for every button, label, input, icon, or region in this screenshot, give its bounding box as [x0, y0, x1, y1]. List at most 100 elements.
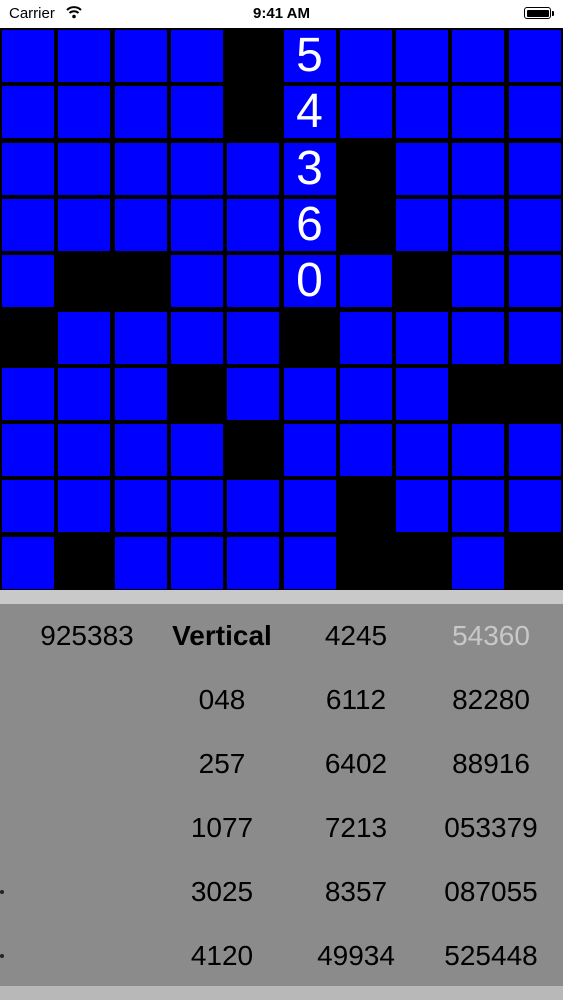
- word-entry[interactable]: 4245: [286, 620, 426, 652]
- grid-cell[interactable]: [2, 536, 54, 589]
- grid-cell[interactable]: [170, 86, 223, 139]
- grid-cell[interactable]: [2, 142, 54, 195]
- grid-cell[interactable]: [339, 367, 392, 420]
- grid-cell[interactable]: [170, 424, 223, 477]
- grid-cell[interactable]: [170, 480, 223, 533]
- grid-cell[interactable]: 3: [283, 142, 336, 195]
- grid-cell[interactable]: [58, 311, 111, 364]
- grid-cell[interactable]: [508, 311, 561, 364]
- word-entry[interactable]: 88916: [421, 748, 561, 780]
- grid-cell[interactable]: [452, 424, 505, 477]
- grid-cell[interactable]: [227, 255, 280, 308]
- grid-cell[interactable]: [114, 367, 167, 420]
- grid-cell[interactable]: [58, 86, 111, 139]
- grid-cell-empty[interactable]: [114, 255, 167, 308]
- grid-cell[interactable]: [452, 536, 505, 589]
- grid-cell[interactable]: [58, 424, 111, 477]
- grid-cell[interactable]: [2, 480, 54, 533]
- grid-cell-empty[interactable]: [396, 536, 449, 589]
- grid-cell[interactable]: [283, 424, 336, 477]
- grid-cell-empty[interactable]: [170, 367, 223, 420]
- grid-cell[interactable]: [452, 30, 505, 82]
- grid-cell[interactable]: [2, 367, 54, 420]
- word-entry[interactable]: 087055: [421, 876, 561, 908]
- grid-cell-empty[interactable]: [339, 142, 392, 195]
- grid-cell[interactable]: [2, 255, 54, 308]
- word-entry[interactable]: 525448: [421, 940, 561, 972]
- grid-cell[interactable]: [114, 86, 167, 139]
- grid-cell-empty[interactable]: [227, 86, 280, 139]
- grid-cell[interactable]: [114, 311, 167, 364]
- grid-cell[interactable]: [396, 367, 449, 420]
- grid-cell[interactable]: [396, 198, 449, 251]
- grid-cell[interactable]: [170, 536, 223, 589]
- grid-cell-empty[interactable]: [452, 367, 505, 420]
- grid-cell[interactable]: [114, 536, 167, 589]
- grid-cell[interactable]: [227, 536, 280, 589]
- grid-cell-empty[interactable]: [58, 255, 111, 308]
- grid-cell[interactable]: [227, 142, 280, 195]
- grid-cell[interactable]: [227, 367, 280, 420]
- grid-cell[interactable]: 0: [283, 255, 336, 308]
- grid-cell[interactable]: [227, 480, 280, 533]
- grid-cell[interactable]: [508, 86, 561, 139]
- grid-cell[interactable]: [339, 311, 392, 364]
- grid-cell[interactable]: [170, 142, 223, 195]
- word-list-panel[interactable]: 925383 Vertical 048 257 1077 3025 4120 4245 6112…: [0, 604, 563, 986]
- puzzle-grid[interactable]: 54360: [0, 28, 563, 590]
- grid-cell[interactable]: [227, 198, 280, 251]
- grid-cell[interactable]: [339, 86, 392, 139]
- grid-cell[interactable]: [396, 30, 449, 82]
- word-entry[interactable]: 053379: [421, 812, 561, 844]
- grid-cell[interactable]: [396, 142, 449, 195]
- word-entry[interactable]: 3025: [152, 876, 292, 908]
- grid-cell[interactable]: [283, 367, 336, 420]
- word-entry[interactable]: 6402: [286, 748, 426, 780]
- grid-cell[interactable]: [170, 198, 223, 251]
- grid-cell[interactable]: [58, 30, 111, 82]
- grid-cell[interactable]: [452, 142, 505, 195]
- grid-cell-empty[interactable]: [508, 367, 561, 420]
- grid-cell-empty[interactable]: [339, 198, 392, 251]
- grid-cell-empty[interactable]: [396, 255, 449, 308]
- grid-cell[interactable]: [114, 480, 167, 533]
- word-entry[interactable]: 925383: [17, 620, 157, 652]
- grid-cell[interactable]: [114, 424, 167, 477]
- grid-cell[interactable]: [452, 255, 505, 308]
- grid-cell[interactable]: [227, 311, 280, 364]
- grid-cell[interactable]: [452, 480, 505, 533]
- word-entry[interactable]: 82280: [421, 684, 561, 716]
- grid-cell[interactable]: 6: [283, 198, 336, 251]
- word-entry[interactable]: 6112: [286, 684, 426, 716]
- grid-cell[interactable]: [58, 367, 111, 420]
- grid-cell-empty[interactable]: [339, 480, 392, 533]
- grid-cell[interactable]: [339, 255, 392, 308]
- grid-cell[interactable]: [114, 30, 167, 82]
- grid-cell[interactable]: [508, 30, 561, 82]
- grid-cell[interactable]: [508, 142, 561, 195]
- grid-cell-empty[interactable]: [58, 536, 111, 589]
- grid-cell[interactable]: [283, 480, 336, 533]
- word-entry[interactable]: 4120: [152, 940, 292, 972]
- grid-cell[interactable]: [508, 198, 561, 251]
- grid-cell[interactable]: [508, 480, 561, 533]
- grid-cell[interactable]: [170, 311, 223, 364]
- word-entry[interactable]: 7213: [286, 812, 426, 844]
- grid-cell-empty[interactable]: [508, 536, 561, 589]
- grid-cell-empty[interactable]: [283, 311, 336, 364]
- grid-cell[interactable]: [452, 311, 505, 364]
- grid-cell[interactable]: [452, 198, 505, 251]
- grid-cell[interactable]: [114, 198, 167, 251]
- grid-cell-empty[interactable]: [2, 311, 54, 364]
- grid-cell[interactable]: [396, 480, 449, 533]
- word-entry[interactable]: 8357: [286, 876, 426, 908]
- word-entry[interactable]: 54360: [421, 620, 561, 652]
- grid-cell[interactable]: [2, 424, 54, 477]
- grid-cell[interactable]: [58, 142, 111, 195]
- word-entry[interactable]: 257: [152, 748, 292, 780]
- grid-cell[interactable]: [170, 30, 223, 82]
- grid-cell[interactable]: [339, 30, 392, 82]
- grid-cell-empty[interactable]: [339, 536, 392, 589]
- grid-cell[interactable]: [508, 255, 561, 308]
- grid-cell[interactable]: [396, 424, 449, 477]
